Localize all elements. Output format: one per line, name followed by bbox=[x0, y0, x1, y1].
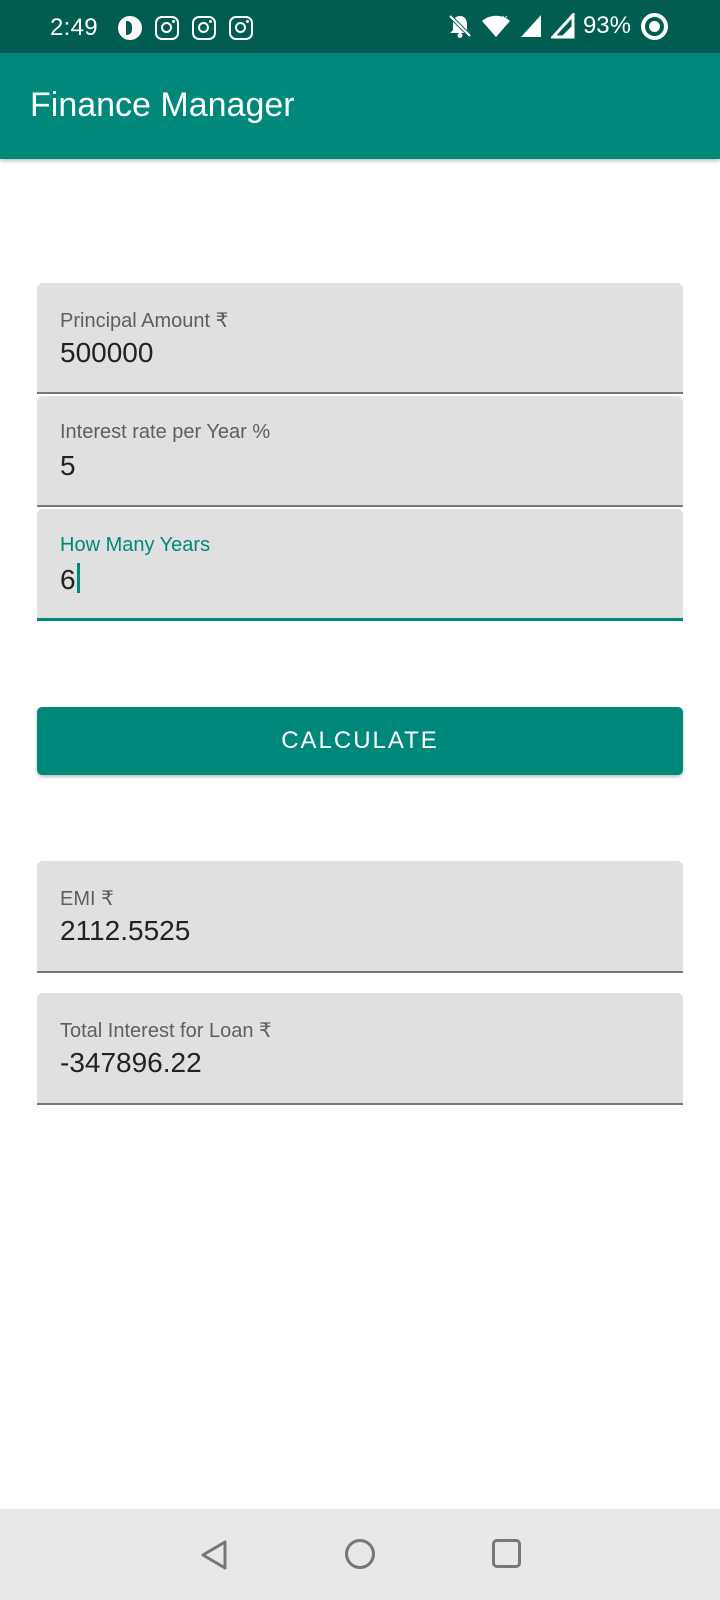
signal-icon bbox=[520, 15, 541, 37]
years-label: How Many Years bbox=[60, 534, 211, 556]
interest-rate-label: Interest rate per Year % bbox=[60, 421, 271, 443]
app-notification-icon bbox=[118, 16, 142, 40]
total-interest-value: -347896.22 bbox=[60, 1047, 202, 1078]
system-icons: x 93% bbox=[447, 12, 668, 40]
app-bar: Finance Manager bbox=[0, 53, 720, 159]
total-interest-label: Total Interest for Loan ₹ bbox=[60, 1020, 272, 1042]
years-value-container[interactable]: 6 bbox=[60, 563, 80, 596]
navigation-bar bbox=[0, 1509, 720, 1600]
interest-rate-field[interactable]: Interest rate per Year % 5 bbox=[37, 396, 683, 507]
emi-field[interactable]: EMI ₹ 2112.5525 bbox=[37, 861, 683, 973]
notification-icons bbox=[118, 16, 253, 40]
text-cursor bbox=[76, 563, 80, 593]
principal-amount-value[interactable]: 500000 bbox=[60, 337, 153, 369]
signal-icon bbox=[550, 13, 575, 39]
status-bar: 2:49 x 93% bbox=[0, 0, 720, 53]
wifi-icon: x bbox=[481, 13, 510, 37]
battery-percentage: 93% bbox=[582, 12, 631, 39]
bell-off-icon bbox=[448, 14, 472, 38]
home-icon[interactable] bbox=[345, 1539, 375, 1569]
principal-amount-field[interactable]: Principal Amount ₹ 500000 bbox=[37, 283, 683, 394]
years-field[interactable]: How Many Years 6 bbox=[37, 509, 683, 621]
instagram-icon bbox=[192, 16, 216, 40]
principal-amount-label: Principal Amount ₹ bbox=[60, 310, 229, 332]
emi-label: EMI ₹ bbox=[60, 888, 114, 910]
interest-rate-value[interactable]: 5 bbox=[60, 450, 76, 482]
svg-text:x: x bbox=[502, 13, 508, 25]
recents-icon[interactable] bbox=[492, 1539, 521, 1568]
calculate-button[interactable]: CALCULATE bbox=[37, 707, 683, 775]
battery-ring-icon bbox=[641, 12, 668, 40]
total-interest-field[interactable]: Total Interest for Loan ₹ -347896.22 bbox=[37, 993, 683, 1105]
years-value: 6 bbox=[60, 564, 76, 595]
app-title: Finance Manager bbox=[30, 86, 295, 124]
emi-value: 2112.5525 bbox=[60, 915, 191, 946]
instagram-icon bbox=[229, 16, 253, 40]
instagram-icon bbox=[155, 16, 179, 40]
back-icon[interactable] bbox=[200, 1539, 228, 1571]
status-time: 2:49 bbox=[50, 14, 98, 41]
